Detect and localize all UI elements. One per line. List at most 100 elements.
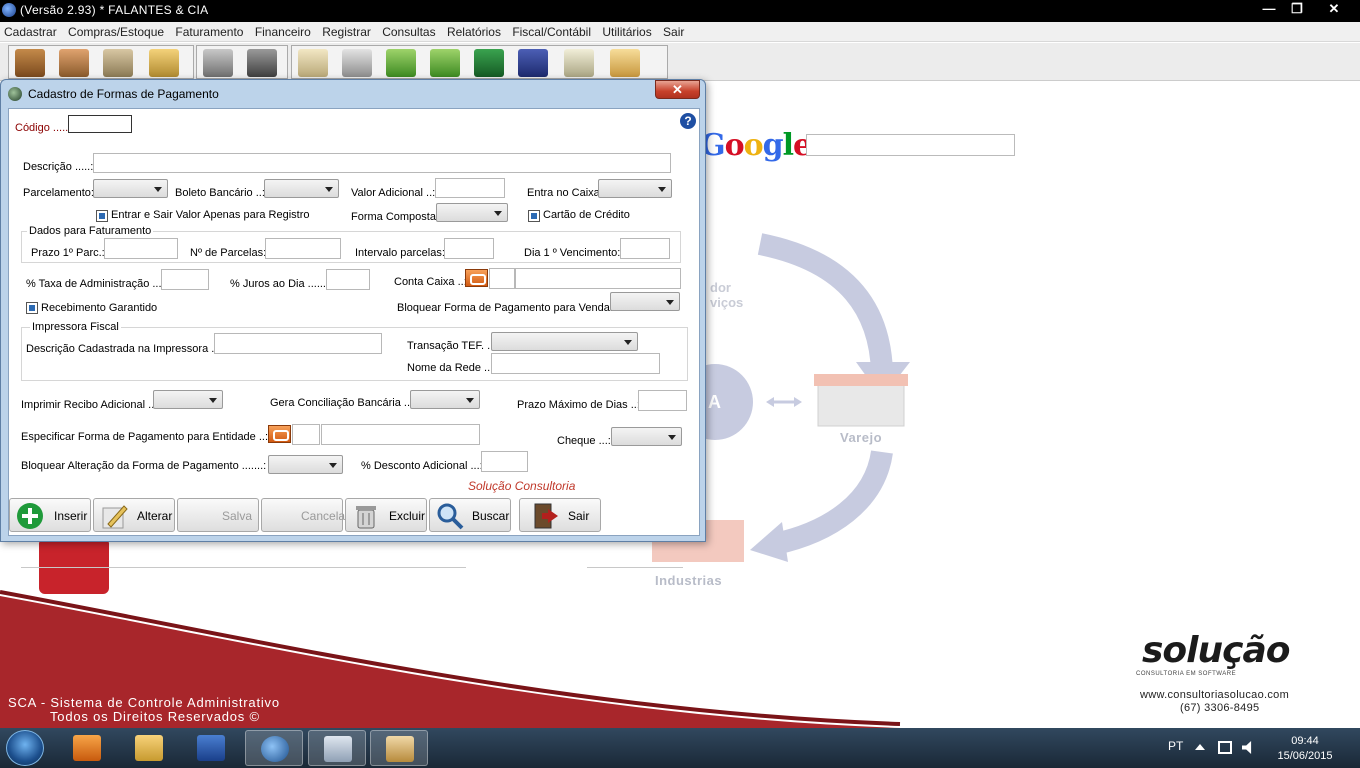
show-hidden-icons-icon[interactable] [1195,744,1205,750]
products-icon[interactable] [149,49,179,77]
menu-consultas[interactable]: Consultas [378,22,439,42]
toolbar-group-caixa [196,45,288,79]
transacao-tef-label: Transação TEF. ..: [407,340,497,352]
salva-button[interactable]: Salva [177,498,259,532]
cancela-button[interactable]: Cancela [261,498,345,532]
intervalo-input[interactable] [444,238,494,259]
gera-conciliacao-select[interactable] [410,390,480,409]
parcelamento-select[interactable] [93,179,168,198]
close-window-button[interactable]: ✕ [1318,0,1350,18]
descricao-input[interactable] [93,153,671,173]
recebimento-garantido-checkbox[interactable] [26,302,38,314]
buscar-button[interactable]: Buscar [429,498,511,532]
excluir-button[interactable]: Excluir [345,498,427,532]
exit-door-icon [534,503,558,529]
num-parcelas-label: Nº de Parcelas: [190,247,267,259]
help-icon[interactable]: ? [680,113,696,129]
map-pin-icon[interactable] [610,49,640,77]
sair-button[interactable]: Sair [519,498,601,532]
juros-dia-label: % Juros ao Dia ......: [230,278,330,290]
boleto-label: Boleto Bancário ..: [175,187,265,199]
entrar-sair-checkbox[interactable] [96,210,108,222]
inserir-button[interactable]: Inserir [9,498,91,532]
especificar-lookup-button[interactable] [268,425,291,443]
taskbar-media-player[interactable] [58,730,116,766]
entra-caixa-label: Entra no Caixa [527,187,600,199]
supplier-icon[interactable] [103,49,133,77]
cheque-label: Cheque ...: [557,435,611,447]
android-app-icon[interactable] [39,538,109,594]
num-parcelas-input[interactable] [265,238,341,259]
taskbar-sca-app[interactable] [245,730,303,766]
footer-line-1: SCA - Sistema de Controle Administrativo [8,695,280,710]
brand-subtitle: CONSULTORIA EM SOFTWARE [1136,671,1237,677]
dialog-title: Cadastro de Formas de Pagamento [28,87,219,101]
correios-icon[interactable] [518,49,548,77]
window-title-bar: (Versão 2.93) * FALANTES & CIA — ❐ ✕ [0,0,1360,22]
prazo-input[interactable] [104,238,178,259]
recebimento-garantido-label: Recebimento Garantido [41,302,158,314]
menu-utilitarios[interactable]: Utilitários [598,22,655,42]
safe-icon[interactable] [247,49,277,77]
alterar-button[interactable]: Alterar [93,498,175,532]
cashier-icon[interactable] [203,49,233,77]
money-out-icon[interactable] [430,49,460,77]
network-icon[interactable] [1218,741,1232,754]
bloquear-venda-select[interactable] [610,292,680,311]
minimize-button[interactable]: — [1254,0,1284,18]
conta-caixa-name-input[interactable] [515,268,681,289]
clock-time: 09:44 [1291,735,1319,747]
taskbar-explorer[interactable] [120,730,178,766]
ledger-icon[interactable] [474,49,504,77]
start-button[interactable] [6,730,44,766]
especificar-name-input[interactable] [321,424,480,445]
taskbar-word[interactable] [182,730,240,766]
restore-button[interactable]: ❐ [1282,0,1312,18]
volume-icon[interactable] [1242,741,1252,754]
nome-rede-input[interactable] [491,353,660,374]
transacao-tef-select[interactable] [491,332,638,351]
especificar-code-input[interactable] [292,424,320,445]
menu-relatorios[interactable]: Relatórios [443,22,505,42]
printer-icon[interactable] [342,49,372,77]
imprimir-recibo-select[interactable] [153,390,223,409]
documents-icon[interactable] [298,49,328,77]
forma-composta-select[interactable] [436,203,508,222]
menu-cadastrar[interactable]: Cadastrar [0,22,61,42]
google-search-input[interactable] [806,134,1015,156]
desconto-input[interactable] [481,451,528,472]
google-logo: Google [700,128,812,163]
dia-vencimento-input[interactable] [620,238,670,259]
forma-composta-label: Forma Composta: [351,211,440,223]
cartao-credito-checkbox[interactable] [528,210,540,222]
boleto-select[interactable] [264,179,339,198]
menu-fiscal-contabil[interactable]: Fiscal/Contábil [508,22,595,42]
menu-faturamento[interactable]: Faturamento [171,22,247,42]
dialog-close-button[interactable]: ✕ [655,80,700,99]
taskbar-paint[interactable] [370,730,428,766]
valor-adicional-input[interactable] [435,178,505,198]
prazo-maximo-input[interactable] [638,390,687,411]
taskbar-calculator[interactable] [308,730,366,766]
language-indicator[interactable]: PT [1168,739,1183,753]
company-icon[interactable] [15,49,45,77]
menu-sair[interactable]: Sair [659,22,688,42]
conta-caixa-lookup-button[interactable] [465,269,488,287]
calculator-icon [324,736,352,762]
menu-registrar[interactable]: Registrar [318,22,375,42]
entra-caixa-select[interactable] [598,179,672,198]
menu-compras-estoque[interactable]: Compras/Estoque [64,22,168,42]
menu-financeiro[interactable]: Financeiro [251,22,315,42]
clients-icon[interactable] [59,49,89,77]
system-clock[interactable]: 09:44 15/06/2015 [1270,734,1340,764]
conta-caixa-code-input[interactable] [489,268,515,289]
codigo-input[interactable] [68,115,132,133]
juros-dia-input[interactable] [326,269,370,290]
notes-icon[interactable] [564,49,594,77]
prazo-maximo-label: Prazo Máximo de Dias ..: [517,399,640,411]
cheque-select[interactable] [611,427,682,446]
taxa-adm-input[interactable] [161,269,209,290]
bloquear-alteracao-select[interactable] [268,455,343,474]
money-in-icon[interactable] [386,49,416,77]
descricao-impressora-input[interactable] [214,333,382,354]
